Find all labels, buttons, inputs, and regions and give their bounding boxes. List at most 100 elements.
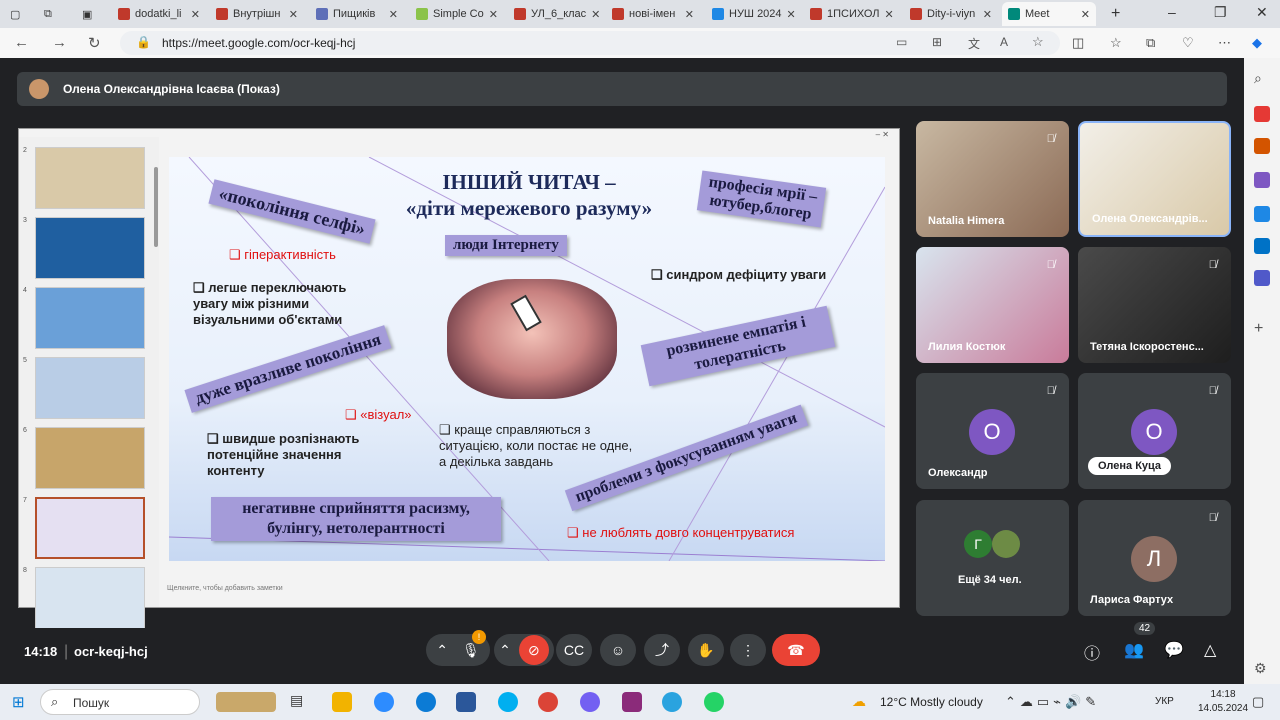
camera-button[interactable]: ⌃ ⊘ — [494, 634, 554, 666]
games-icon[interactable] — [1254, 172, 1270, 188]
more-menu-icon[interactable]: ⋯ — [1218, 35, 1231, 51]
slide-thumbnail[interactable] — [35, 357, 145, 419]
telegram-icon[interactable] — [662, 692, 682, 712]
tab-close-icon[interactable]: ✕ — [787, 8, 796, 21]
participant-tile[interactable]: Л 🎙̸ Лариса Фартух — [1078, 500, 1231, 616]
tab-close-icon[interactable]: ✕ — [983, 8, 992, 21]
windows-start-icon[interactable]: ⊞ — [12, 693, 25, 711]
split-screen-icon[interactable]: ◫ — [1072, 35, 1084, 51]
taskbar-clock[interactable]: 14:18 14.05.2024 — [1198, 688, 1248, 716]
tab-close-icon[interactable]: ✕ — [489, 8, 498, 21]
activities-icon[interactable]: △ — [1204, 640, 1216, 660]
read-aloud-icon[interactable]: A — [1000, 35, 1008, 49]
apps-icon[interactable]: ⊞ — [932, 35, 942, 49]
copilot-icon[interactable]: ◆ — [1252, 35, 1262, 51]
chat-icon[interactable]: 💬 — [1164, 640, 1184, 660]
system-tray-icons[interactable]: ⌃☁▭⌁🔊✎ — [1005, 694, 1100, 710]
address-bar[interactable]: 🔒 https://meet.google.com/ocr-keqj-hcj ▭… — [120, 31, 1060, 55]
language-indicator[interactable]: УКР — [1155, 696, 1174, 707]
tab-0[interactable]: dodatki_li ✕ — [112, 2, 206, 26]
participant-tile[interactable]: Олена Олександрів... — [1078, 121, 1231, 237]
viber-icon[interactable] — [580, 692, 600, 712]
microsoft365-icon[interactable] — [1254, 206, 1270, 222]
whatsapp-icon[interactable] — [704, 692, 724, 712]
tab-vertical-icon[interactable]: ▣ — [76, 2, 104, 26]
tab-close-icon[interactable]: ✕ — [1081, 8, 1090, 21]
chrome-icon[interactable] — [538, 692, 558, 712]
tab-collections-icon[interactable]: ⧉ — [38, 2, 66, 26]
slide-thumbnail[interactable] — [35, 497, 145, 559]
thumbnail-scrollbar[interactable] — [154, 167, 158, 247]
people-icon[interactable]: 👥 — [1124, 640, 1144, 660]
new-tab-button[interactable]: + — [1105, 2, 1129, 26]
taskbar-search[interactable]: ⌕ Пошук — [40, 689, 200, 715]
skype-icon[interactable] — [498, 692, 518, 712]
tab-9[interactable]: Meet ✕ — [1002, 2, 1096, 26]
participant-tile[interactable]: 🎙̸ Тетяна Іскоростенс... — [1078, 247, 1231, 363]
slide-thumbnail[interactable] — [35, 287, 145, 349]
tab-6[interactable]: НУШ 2024 ✕ — [706, 2, 800, 26]
tab-close-icon[interactable]: ✕ — [591, 8, 600, 21]
emoji-icon[interactable]: ☺ — [600, 634, 636, 666]
search-icon[interactable]: ⌕ — [1254, 70, 1270, 86]
favorites-icon[interactable]: ☆ — [1110, 35, 1122, 51]
slide-thumbnail[interactable] — [35, 567, 145, 629]
tag-icon[interactable] — [1254, 106, 1270, 122]
tab-close-icon[interactable]: ✕ — [885, 8, 894, 21]
file-explorer-icon[interactable] — [332, 692, 352, 712]
chevron-up-icon[interactable]: ⌃ — [436, 642, 448, 659]
info-icon[interactable]: ⓘ — [1084, 640, 1100, 664]
sidebar-settings-icon[interactable]: ⚙ — [1254, 660, 1270, 676]
slide-thumbnail[interactable] — [35, 147, 145, 209]
chevron-up-icon[interactable]: ⌃ — [499, 642, 511, 659]
word-icon[interactable] — [456, 692, 476, 712]
participant-tile[interactable]: 🎙̸ Лилия Костюк — [916, 247, 1069, 363]
mic-icon[interactable]: 🎙 — [462, 642, 480, 659]
search-highlight-image[interactable] — [216, 692, 276, 712]
outlook-icon[interactable] — [1254, 238, 1270, 254]
notifications-icon[interactable]: ▢ — [1252, 694, 1264, 710]
close-window-button[interactable]: ✕ — [1256, 4, 1268, 21]
add-sidebar-icon[interactable]: + — [1254, 320, 1270, 337]
tab-2[interactable]: Пищиків ✕ — [310, 2, 404, 26]
refresh-icon[interactable]: ↻ — [88, 34, 101, 52]
minimize-button[interactable]: – — [1168, 4, 1176, 20]
tab-7[interactable]: 1ПСИХОЛ ✕ — [804, 2, 898, 26]
participant-tile[interactable]: 🎙̸ Natalia Himera — [916, 121, 1069, 237]
tab-4[interactable]: УЛ_6_клас ✕ — [508, 2, 602, 26]
zoom-icon[interactable] — [374, 692, 394, 712]
favorite-star-icon[interactable]: ☆ — [1032, 34, 1044, 50]
maximize-button[interactable]: ❐ — [1214, 4, 1227, 21]
participant-tile[interactable]: О 🎙̸ Олена Куца — [1078, 373, 1231, 489]
slide-thumbnail[interactable] — [35, 427, 145, 489]
collections-icon[interactable]: ⧉ — [1146, 35, 1155, 51]
browser-essentials-icon[interactable]: ♡ — [1182, 35, 1194, 51]
slide-thumbnail[interactable] — [35, 217, 145, 279]
present-icon[interactable]: ⤴ — [644, 634, 680, 666]
tab-1[interactable]: Внутрішн ✕ — [210, 2, 304, 26]
tab-8[interactable]: Dity-i-viyn ✕ — [904, 2, 998, 26]
camera-off-icon[interactable]: ⊘ — [518, 635, 549, 665]
forward-icon[interactable]: → — [52, 34, 67, 51]
briefcase-icon[interactable] — [1254, 138, 1270, 154]
participant-tile[interactable]: О 🎙̸ Олександр — [916, 373, 1069, 489]
more-icon[interactable]: ⋮ — [730, 634, 766, 666]
tab-workspaces-icon[interactable]: ▢ — [4, 2, 32, 26]
hand-icon[interactable]: ✋ — [688, 634, 724, 666]
participant-tile[interactable]: Г Ещё 34 чел. — [916, 500, 1069, 616]
tab-5[interactable]: нові-імен ✕ — [606, 2, 700, 26]
captions-icon[interactable]: CC — [556, 634, 592, 666]
teams-icon[interactable] — [1254, 270, 1270, 286]
tab-close-icon[interactable]: ✕ — [685, 8, 694, 21]
tab-close-icon[interactable]: ✕ — [289, 8, 298, 21]
tab-3[interactable]: Simple Co ✕ — [410, 2, 504, 26]
end-call-icon[interactable]: ☎ — [772, 634, 820, 666]
lock-icon[interactable]: 🔒 — [136, 35, 151, 49]
task-view-icon[interactable]: ▤ — [290, 692, 310, 712]
cast-icon[interactable]: ▭ — [896, 35, 907, 49]
back-icon[interactable]: ← — [14, 34, 29, 51]
translate-icon[interactable]: 文 — [968, 35, 980, 52]
weather-text[interactable]: 12°C Mostly cloudy — [880, 695, 983, 709]
tab-close-icon[interactable]: ✕ — [191, 8, 200, 21]
edge-icon[interactable] — [416, 692, 436, 712]
